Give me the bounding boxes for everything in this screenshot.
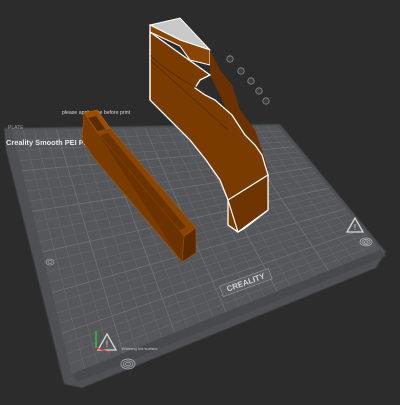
build-plate-scene: PLATE Creality Smooth PEI Pl please appl… [3,17,387,389]
3d-viewport[interactable]: PLATE Creality Smooth PEI Pl please appl… [0,0,400,400]
nav-button[interactable] [247,77,255,85]
plate-title: Creality Smooth PEI Pl [6,138,86,147]
nav-button[interactable] [237,67,245,75]
nav-button[interactable] [226,55,234,63]
warning-text: Warning hot surface [122,346,158,351]
build-plate[interactable] [3,123,387,389]
svg-text:!: ! [354,223,356,232]
plate-tag: PLATE [8,125,24,131]
nav-button[interactable] [262,97,270,105]
nav-button[interactable] [255,87,263,95]
svg-text:!: ! [106,339,109,349]
